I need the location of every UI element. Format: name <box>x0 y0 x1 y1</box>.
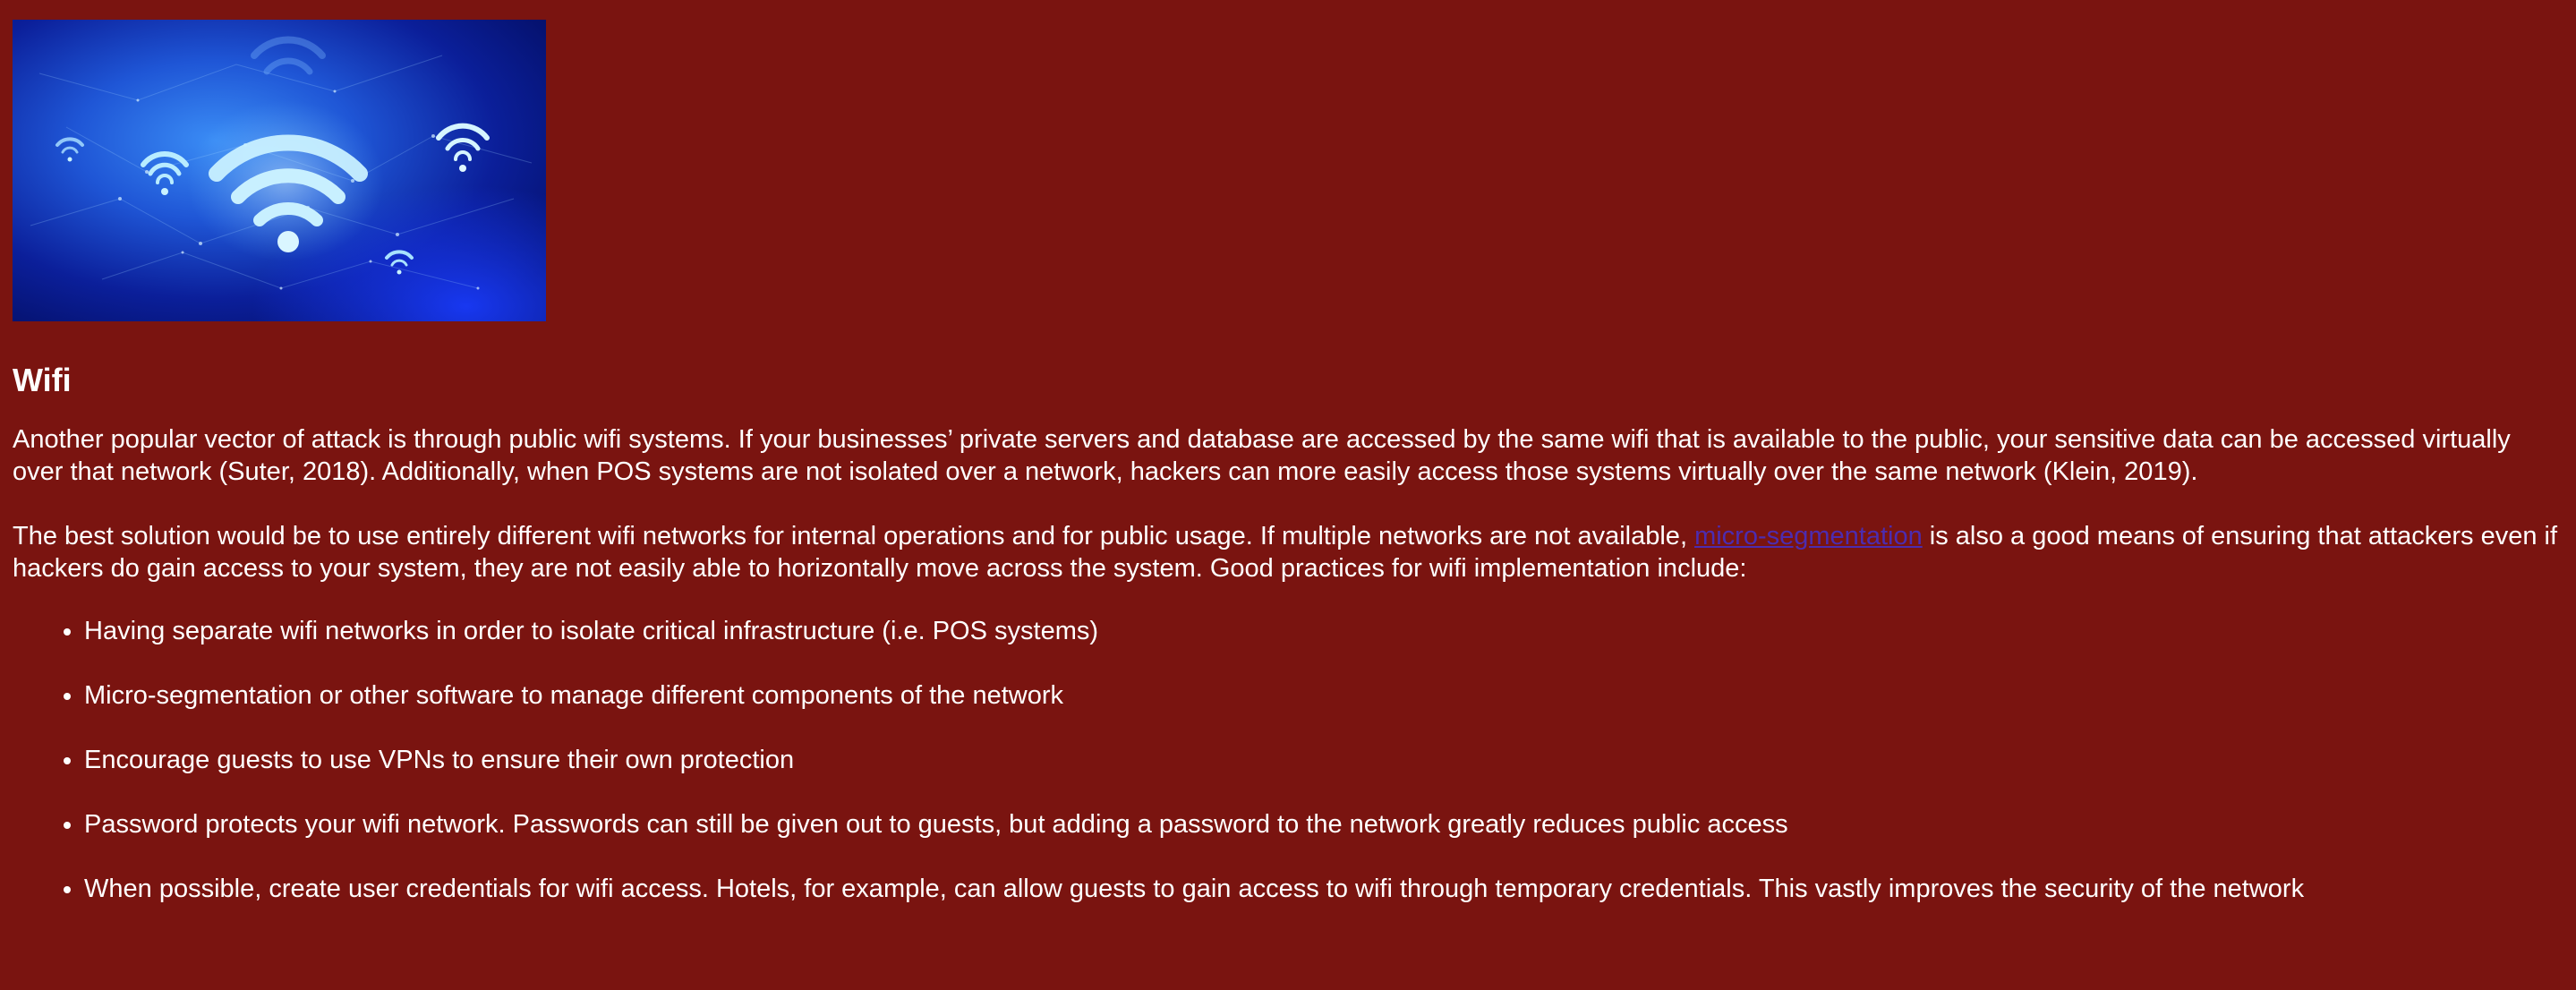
wifi-practices-list: Having separate wifi networks in order t… <box>13 615 2563 905</box>
page: Wifi Another popular vector of attack is… <box>0 0 2576 905</box>
wifi-hero-image <box>13 20 546 321</box>
paragraph-text-before-link: The best solution would be to use entire… <box>13 522 1695 550</box>
paragraph-public-wifi-risk: Another popular vector of attack is thro… <box>13 425 2511 486</box>
paragraph-best-solution: The best solution would be to use entire… <box>13 520 2563 585</box>
list-item: Password protects your wifi network. Pas… <box>84 808 2563 841</box>
section-heading: Wifi <box>13 362 72 398</box>
list-item: When possible, create user credentials f… <box>84 873 2563 905</box>
list-item: Having separate wifi networks in order t… <box>84 615 2563 647</box>
list-item: Encourage guests to use VPNs to ensure t… <box>84 744 2563 776</box>
micro-segmentation-link[interactable]: micro-segmentation <box>1694 522 1923 550</box>
list-item: Micro-segmentation or other software to … <box>84 679 2563 712</box>
